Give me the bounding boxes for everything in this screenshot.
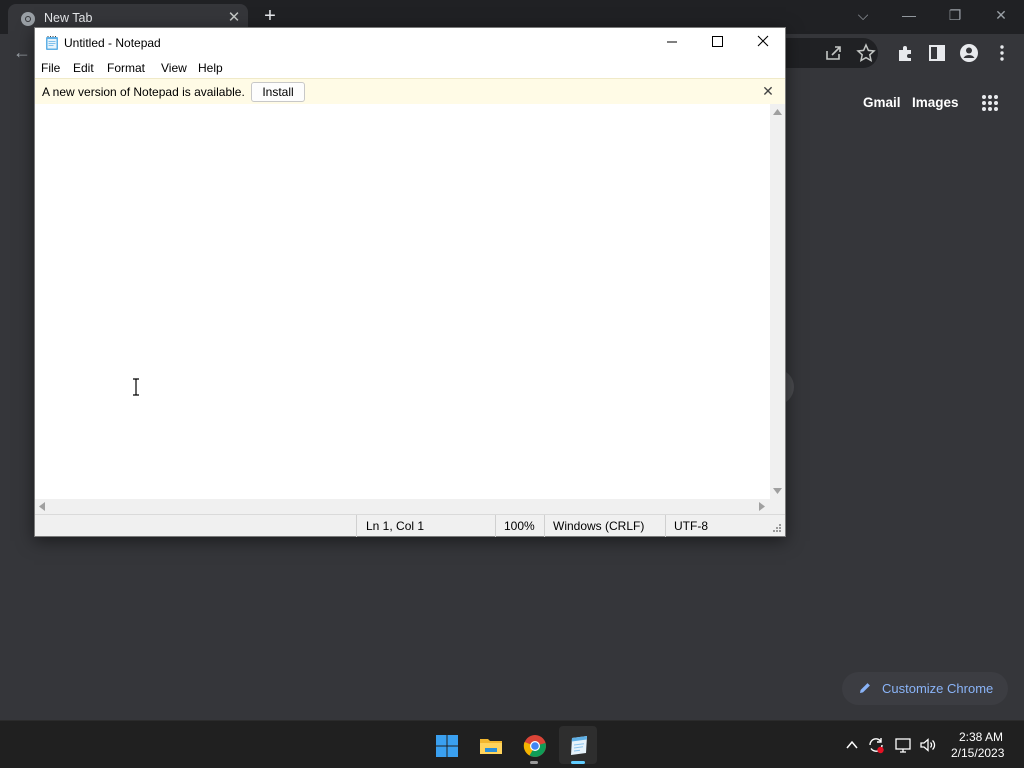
scroll-left-icon[interactable]: [39, 502, 45, 511]
network-icon[interactable]: [894, 735, 914, 755]
install-button[interactable]: Install: [251, 82, 305, 102]
menu-file[interactable]: File: [41, 61, 60, 75]
notepad-menu-bar: File Edit Format View Help: [35, 58, 785, 78]
menu-format[interactable]: Format: [107, 61, 145, 75]
chrome-tab-icon: [21, 12, 35, 26]
chrome-icon: [523, 735, 546, 757]
chrome-restore-button[interactable]: ❐: [932, 2, 978, 30]
google-apps-icon[interactable]: [981, 94, 999, 112]
infobar-close-icon[interactable]: ✕: [761, 84, 775, 98]
tab-close-icon[interactable]: ✕: [224, 8, 244, 28]
scroll-up-icon[interactable]: [773, 109, 782, 115]
running-indicator: [530, 761, 538, 764]
notepad-status-bar: Ln 1, Col 1 100% Windows (CRLF) UTF-8: [35, 514, 785, 537]
notepad-icon: [571, 736, 587, 755]
status-divider: [495, 515, 496, 537]
windows-start-icon: [436, 735, 458, 757]
line-ending: Windows (CRLF): [553, 519, 645, 533]
notepad-taskbar-button[interactable]: [559, 726, 597, 764]
status-divider: [665, 515, 666, 537]
more-menu-icon[interactable]: [991, 42, 1013, 64]
horizontal-scrollbar[interactable]: [35, 499, 770, 514]
gmail-link[interactable]: Gmail: [863, 95, 901, 110]
scroll-right-icon[interactable]: [759, 502, 765, 511]
file-explorer-icon: [480, 739, 502, 754]
extensions-icon[interactable]: [895, 42, 917, 64]
tab-title: New Tab: [44, 11, 93, 25]
resize-grip-icon[interactable]: [772, 523, 782, 533]
zoom-level: 100%: [504, 519, 535, 533]
cursor-position: Ln 1, Col 1: [366, 519, 425, 533]
menu-help[interactable]: Help: [198, 61, 223, 75]
notepad-window: Untitled - Notepad File Edit Format View…: [34, 27, 786, 537]
notepad-minimize-button[interactable]: [649, 28, 695, 56]
customize-chrome-label: Customize Chrome: [882, 681, 994, 696]
show-hidden-icons-icon[interactable]: [842, 735, 862, 755]
tab-search-icon[interactable]: ⌵: [840, 2, 886, 30]
clock-date[interactable]: 2/15/2023: [951, 746, 1004, 760]
images-link[interactable]: Images: [912, 95, 959, 110]
clock-time[interactable]: 2:38 AM: [959, 730, 1003, 744]
start-button[interactable]: [427, 726, 465, 764]
new-tab-button[interactable]: +: [258, 6, 282, 28]
pencil-icon: [860, 683, 870, 693]
back-button[interactable]: ←: [10, 41, 34, 65]
side-panel-icon[interactable]: [926, 42, 948, 64]
scroll-down-icon[interactable]: [773, 488, 782, 494]
menu-edit[interactable]: Edit: [73, 61, 94, 75]
customize-chrome-button[interactable]: Customize Chrome: [842, 672, 1008, 705]
text-cursor-icon: [133, 378, 139, 396]
scrollbar-corner: [770, 499, 785, 514]
notepad-title-bar[interactable]: Untitled - Notepad: [35, 28, 785, 58]
status-divider: [544, 515, 545, 537]
menu-view[interactable]: View: [161, 61, 187, 75]
bookmark-star-icon[interactable]: [855, 42, 877, 64]
active-indicator: [571, 761, 585, 764]
chrome-close-button[interactable]: ✕: [978, 2, 1024, 30]
sync-icon[interactable]: [866, 735, 886, 755]
notepad-maximize-button[interactable]: [694, 28, 740, 56]
file-explorer-button[interactable]: [471, 726, 509, 764]
status-divider: [356, 515, 357, 537]
windows-taskbar: 2:38 AM 2/15/2023: [0, 720, 1024, 768]
profile-icon[interactable]: [958, 42, 980, 64]
text-editor-area[interactable]: [35, 104, 770, 499]
share-icon[interactable]: [823, 42, 845, 64]
notepad-window-title: Untitled - Notepad: [64, 36, 161, 50]
chrome-minimize-button[interactable]: —: [886, 2, 932, 30]
chrome-taskbar-button[interactable]: [515, 726, 553, 764]
encoding: UTF-8: [674, 519, 708, 533]
update-message: A new version of Notepad is available.: [42, 85, 245, 99]
volume-icon[interactable]: [918, 735, 938, 755]
update-info-bar: A new version of Notepad is available. I…: [35, 78, 785, 104]
notepad-app-icon: [46, 36, 58, 50]
vertical-scrollbar[interactable]: [770, 104, 785, 499]
notepad-close-button[interactable]: [740, 28, 786, 56]
